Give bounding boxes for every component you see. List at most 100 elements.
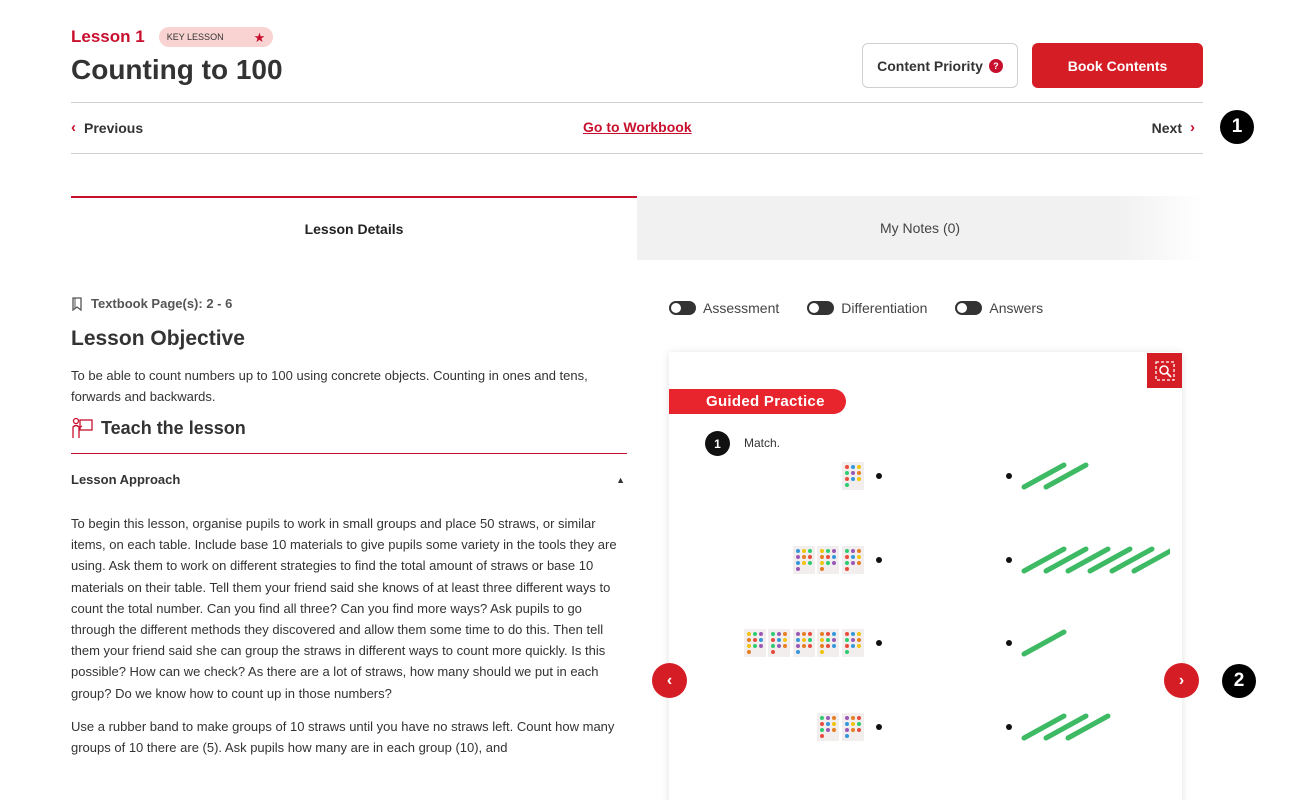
content-priority-label: Content Priority	[877, 57, 983, 74]
key-lesson-badge: KEY LESSON ★	[158, 27, 274, 47]
bookmark-icon	[72, 296, 82, 311]
ten-stick	[1021, 462, 1067, 490]
counter-dot	[820, 728, 824, 732]
differentiation-switch[interactable]	[807, 301, 835, 315]
next-label: Next	[1151, 119, 1182, 136]
match-point-right[interactable]	[1006, 724, 1012, 730]
carousel-prev-button[interactable]: ‹	[652, 663, 687, 698]
counter-dot	[826, 561, 830, 565]
counter-dot	[820, 722, 824, 726]
counter-dot	[844, 644, 849, 648]
ten-stick-group	[1021, 462, 1089, 490]
previous-link[interactable]: ‹ Previous	[71, 119, 143, 136]
tab-my-notes[interactable]: My Notes (0)	[637, 196, 1203, 260]
lesson-approach-label: Lesson Approach	[71, 472, 181, 487]
counter-dot	[826, 728, 830, 732]
callout-marker-2: 2	[1222, 664, 1256, 698]
counter-tile	[792, 629, 815, 657]
counter-dot	[850, 722, 855, 726]
teach-the-lesson-label: Teach the lesson	[101, 417, 246, 438]
match-point-left[interactable]	[876, 473, 882, 479]
answers-toggle[interactable]: Answers	[955, 300, 1043, 316]
lesson-label: Lesson 1	[71, 27, 145, 46]
counter-tile	[817, 546, 839, 574]
lesson-details-panel: Textbook Page(s): 2 - 6 Lesson Objective…	[71, 296, 627, 758]
match-point-left[interactable]	[876, 724, 882, 730]
counter-dot	[820, 734, 824, 738]
counter-dot	[795, 632, 800, 636]
zoom-search-icon	[1154, 360, 1175, 381]
counter-dot	[844, 555, 849, 559]
counter-dot	[850, 638, 855, 642]
counter-dot	[832, 638, 836, 642]
counter-dot	[832, 632, 836, 636]
counter-dot	[771, 632, 775, 636]
ten-stick	[1043, 546, 1089, 574]
zoom-button[interactable]	[1147, 353, 1182, 388]
assessment-label: Assessment	[703, 300, 780, 316]
counter-dot	[844, 465, 849, 469]
counter-dot	[795, 549, 800, 553]
counter-dot	[844, 734, 849, 738]
ten-stick-group	[1021, 629, 1067, 657]
counter-dot	[746, 644, 751, 648]
ten-stick	[1043, 462, 1089, 490]
tab-lesson-details[interactable]: Lesson Details	[71, 196, 637, 260]
counter-dot	[856, 728, 861, 732]
chevron-right-icon: ›	[1190, 119, 1195, 136]
counter-dot	[826, 632, 830, 636]
assessment-switch[interactable]	[669, 301, 696, 315]
question-icon: ?	[988, 58, 1003, 73]
callout-marker-1: 1	[1220, 110, 1254, 144]
assessment-toggle[interactable]: Assessment	[669, 300, 779, 316]
match-point-left[interactable]	[876, 557, 882, 563]
counter-dot	[752, 638, 757, 642]
counter-dot	[856, 716, 861, 720]
differentiation-label: Differentiation	[841, 300, 928, 316]
key-lesson-label: KEY LESSON	[166, 32, 224, 42]
counter-dot	[844, 650, 849, 654]
counter-dot	[795, 567, 800, 571]
counter-dot	[746, 638, 751, 642]
match-point-right[interactable]	[1006, 473, 1012, 479]
match-point-right[interactable]	[1006, 557, 1012, 563]
display-toggles: Assessment Differentiation Answers	[669, 300, 1043, 316]
ten-stick	[1021, 629, 1067, 657]
counter-dot	[801, 549, 806, 553]
next-link[interactable]: Next ›	[1152, 119, 1195, 136]
counter-dot	[856, 555, 861, 559]
counter-dot	[801, 644, 806, 648]
match-point-left[interactable]	[876, 640, 882, 646]
differentiation-toggle[interactable]: Differentiation	[807, 300, 927, 316]
counter-dot	[746, 650, 751, 654]
counter-dot	[795, 638, 800, 642]
counter-dot	[856, 477, 861, 481]
match-point-right[interactable]	[1006, 640, 1012, 646]
counter-dot	[795, 644, 800, 648]
counter-dot	[850, 728, 855, 732]
counter-dot	[850, 465, 855, 469]
counter-dot	[777, 632, 781, 636]
go-to-workbook-link[interactable]: Go to Workbook	[583, 119, 692, 135]
lesson-tabs: Lesson Details My Notes (0)	[71, 196, 1203, 260]
book-contents-button[interactable]: Book Contents	[1032, 43, 1203, 88]
counter-dot	[807, 561, 812, 565]
counter-dot	[820, 644, 824, 648]
counter-dot	[801, 561, 806, 565]
counter-dot	[856, 632, 861, 636]
lesson-nav-bar: ‹ Previous Go to Workbook Next ›	[71, 102, 1203, 154]
counter-dot	[746, 632, 751, 636]
lesson-approach-toggle[interactable]: Lesson Approach ▲	[71, 472, 627, 487]
carousel-next-button[interactable]: ›	[1164, 663, 1199, 698]
ten-stick	[1065, 713, 1111, 741]
counter-dot	[856, 722, 861, 726]
content-priority-button[interactable]: Content Priority ?	[862, 43, 1018, 88]
ten-stick-group	[1021, 713, 1111, 741]
counter-tile	[841, 629, 864, 657]
teach-the-lesson-header: Teach the lesson	[71, 417, 627, 454]
guided-practice-banner: Guided Practice	[669, 389, 846, 414]
counter-dot	[844, 728, 849, 732]
lesson-approach-paragraph-1: To begin this lesson, organise pupils to…	[71, 516, 617, 701]
answers-switch[interactable]	[955, 301, 983, 315]
ten-stick	[1065, 546, 1111, 574]
